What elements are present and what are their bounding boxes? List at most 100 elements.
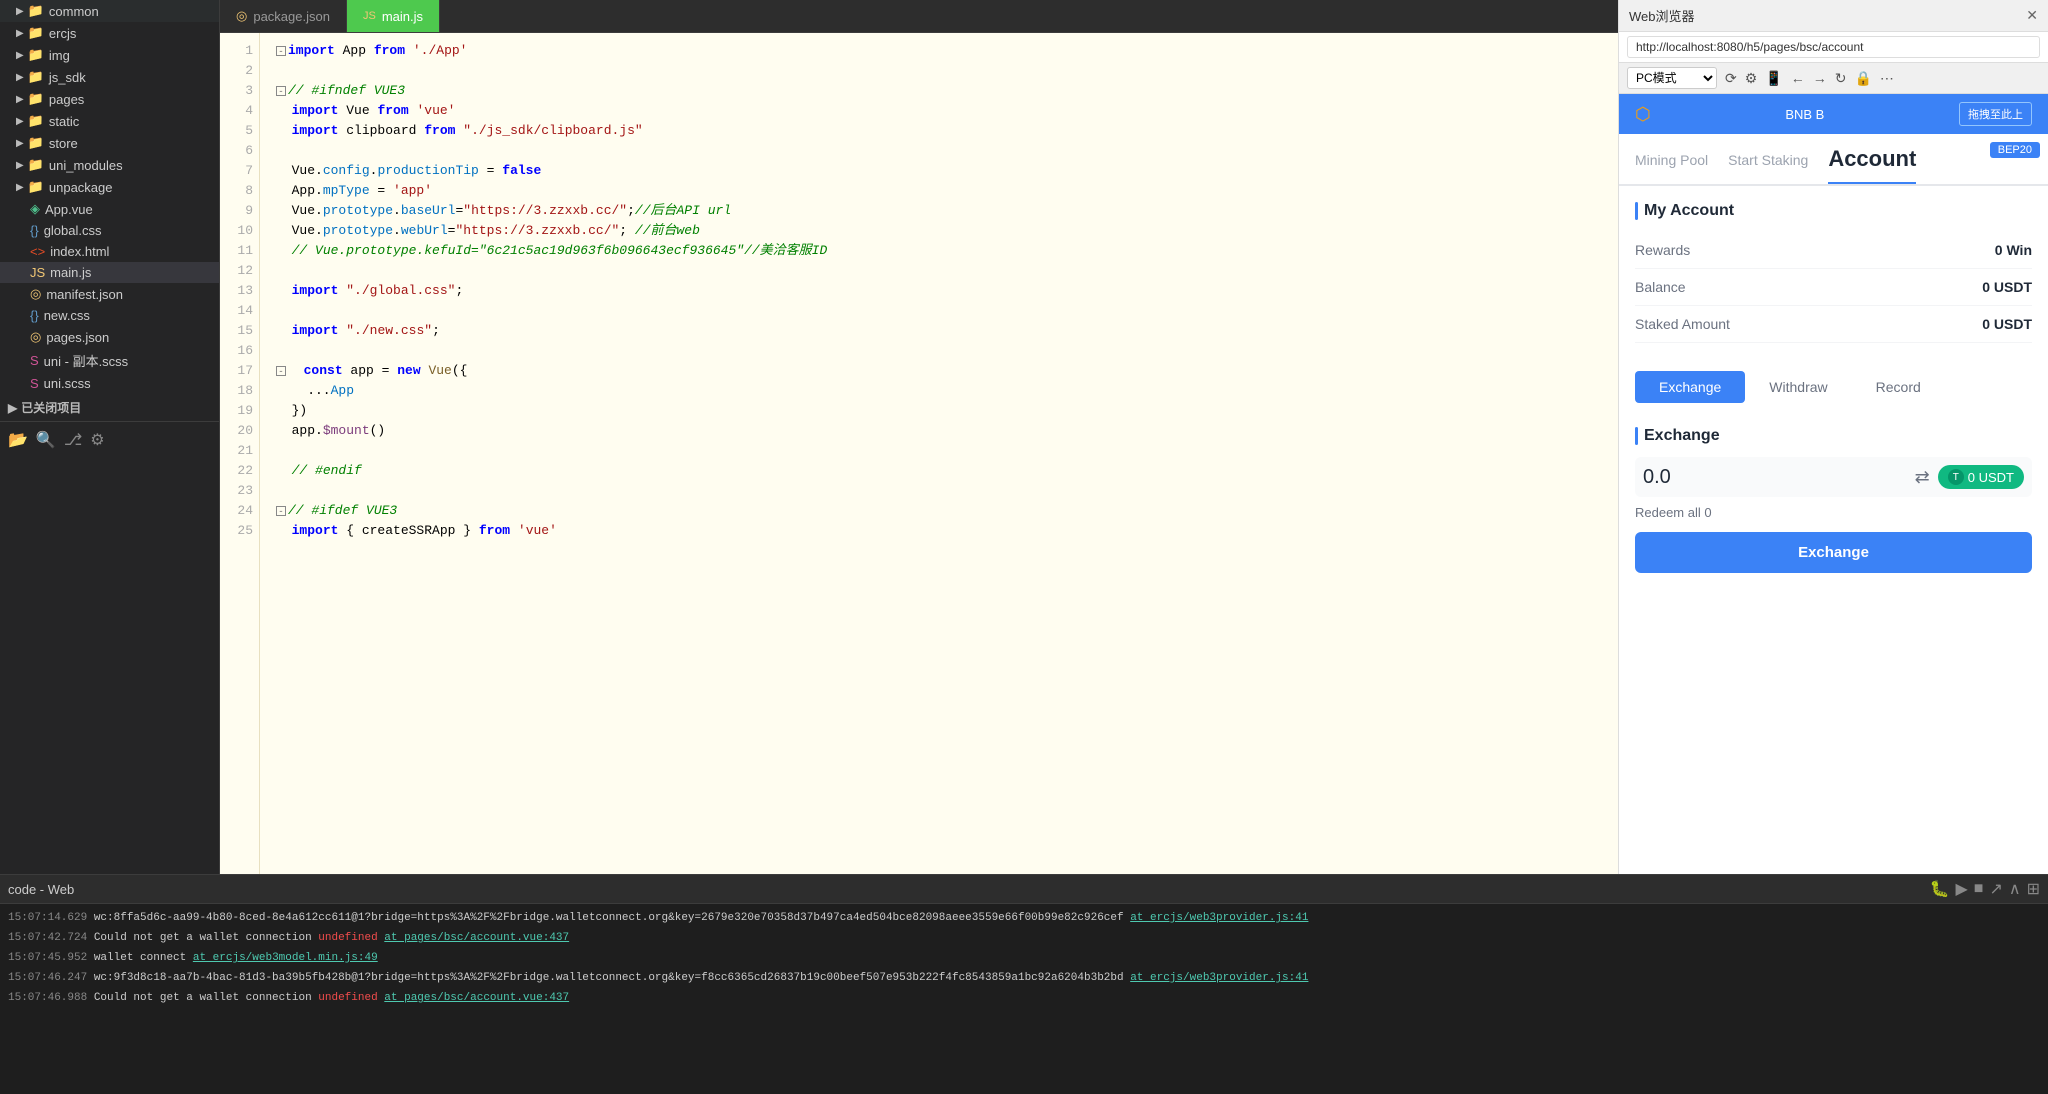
lock-icon[interactable]: 🔒: [1854, 70, 1871, 87]
line-numbers: 12345 678910 1112131415 1617181920 21222…: [220, 33, 260, 874]
sidebar-item-label: js_sdk: [49, 70, 86, 85]
exchange-tab[interactable]: Exchange: [1635, 371, 1745, 403]
usdt-badge: T 0 USDT: [1938, 465, 2024, 489]
console-link[interactable]: at ercjs/web3model.min.js:49: [193, 952, 378, 964]
rewards-value: 0 Win: [1995, 242, 2032, 258]
sidebar-item-label: uni_modules: [49, 158, 123, 173]
sidebar-item-pages-json[interactable]: ◎ pages.json: [0, 326, 219, 348]
sidebar-item-js-sdk[interactable]: ▶ 📁 js_sdk: [0, 66, 219, 88]
rotate-icon[interactable]: ⟳: [1725, 70, 1737, 87]
sidebar-item-ercjs[interactable]: ▶ 📁 ercjs: [0, 22, 219, 44]
console-line: 15:07:14.629 wc:8ffa5d6c-aa99-4b80-8ced-…: [8, 908, 2040, 928]
vue-icon: ◈: [30, 201, 40, 217]
browser-titlebar: Web浏览器 ✕: [1619, 0, 2048, 32]
run-icon[interactable]: 🐛: [1930, 879, 1950, 899]
collapse-icon[interactable]: ∧: [2009, 879, 2021, 899]
sidebar-item-store[interactable]: ▶ 📁 store: [0, 132, 219, 154]
timestamp: 15:07:45.952: [8, 952, 94, 964]
sidebar-item-new-css[interactable]: {} new.css: [0, 305, 219, 326]
play-icon[interactable]: ▶: [1955, 879, 1967, 899]
sidebar-item-main-js[interactable]: JS main.js: [0, 262, 219, 283]
css-icon: {}: [30, 223, 39, 238]
folder-icon: 📁: [28, 179, 44, 195]
refresh-icon[interactable]: ↻: [1835, 70, 1847, 87]
fold-icon[interactable]: -: [276, 86, 286, 96]
forward-icon[interactable]: →: [1813, 70, 1827, 86]
balance-label: Balance: [1635, 279, 1686, 295]
external-icon[interactable]: ↗: [1989, 879, 2002, 899]
nav-item-mining-pool[interactable]: Mining Pool: [1635, 152, 1708, 178]
stop-icon[interactable]: ■: [1974, 880, 1984, 898]
fold-icon[interactable]: -: [276, 366, 286, 376]
header-right: 拖拽至此上: [1959, 102, 2032, 126]
sidebar-item-app-vue[interactable]: ◈ App.vue: [0, 198, 219, 220]
folder-open-icon[interactable]: 📂: [8, 430, 28, 450]
sidebar-item-label: common: [49, 4, 99, 19]
record-tab[interactable]: Record: [1852, 371, 1945, 403]
web-header: ⬡ BNB B 拖拽至此上: [1619, 94, 2048, 134]
mobile-icon[interactable]: 📱: [1765, 70, 1782, 87]
sidebar-item-pages[interactable]: ▶ 📁 pages: [0, 88, 219, 110]
back-icon[interactable]: ←: [1791, 70, 1805, 86]
sidebar-item-label: index.html: [50, 244, 109, 259]
more-icon[interactable]: ⋯: [1880, 70, 1894, 87]
folder-icon: 📁: [28, 69, 44, 85]
console-link[interactable]: at pages/bsc/account.vue:437: [384, 992, 569, 1004]
sidebar-item-manifest-json[interactable]: ◎ manifest.json: [0, 283, 219, 305]
settings-icon[interactable]: ⚙: [1745, 70, 1758, 87]
console-line: 15:07:42.724 Could not get a wallet conn…: [8, 928, 2040, 948]
rewards-label: Rewards: [1635, 242, 1690, 258]
console-link[interactable]: at ercjs/web3provider.js:41: [1130, 912, 1308, 924]
sidebar-item-static[interactable]: ▶ 📁 static: [0, 110, 219, 132]
sidebar-item-uni-scss-copy[interactable]: S uni - 副本.scss: [0, 348, 219, 373]
expand-icon[interactable]: ⊞: [2027, 879, 2040, 899]
arrow-icon: ▶: [16, 160, 24, 171]
sidebar-item-label: ercjs: [49, 26, 76, 41]
timestamp: 15:07:46.988: [8, 992, 94, 1004]
settings-icon[interactable]: ⚙: [90, 430, 104, 450]
balance-value: 0 USDT: [1982, 279, 2032, 295]
arrow-icon: ▶: [16, 72, 24, 83]
fold-icon[interactable]: -: [276, 46, 286, 56]
browser-addressbar: [1619, 32, 2048, 63]
exchange-amount[interactable]: 0.0: [1643, 466, 1907, 489]
console-link[interactable]: at ercjs/web3provider.js:41: [1130, 972, 1308, 984]
nav-item-staking[interactable]: Start Staking: [1728, 152, 1808, 178]
search-icon[interactable]: 🔍: [36, 430, 56, 450]
closed-projects-section[interactable]: ▶ 已关闭项目: [0, 394, 219, 421]
console-msg: Could not get a wallet connection: [94, 992, 318, 1004]
sidebar-item-common[interactable]: ▶ 📁 common: [0, 0, 219, 22]
withdraw-tab[interactable]: Withdraw: [1745, 371, 1851, 403]
exchange-input-row: 0.0 ⇄ T 0 USDT: [1635, 457, 2032, 497]
sidebar-item-global-css[interactable]: {} global.css: [0, 220, 219, 241]
folder-icon: 📁: [28, 113, 44, 129]
folder-icon: 📁: [28, 3, 44, 19]
address-input[interactable]: [1627, 36, 2040, 58]
scss-icon: S: [30, 353, 39, 368]
browser-close-button[interactable]: ✕: [2026, 7, 2038, 24]
drag-button[interactable]: 拖拽至此上: [1959, 102, 2032, 126]
console-msg: wallet connect: [94, 952, 193, 964]
console-link[interactable]: at pages/bsc/account.vue:437: [384, 932, 569, 944]
sidebar-item-uni-modules[interactable]: ▶ 📁 uni_modules: [0, 154, 219, 176]
sidebar-item-img[interactable]: ▶ 📁 img: [0, 44, 219, 66]
fold-icon[interactable]: -: [276, 506, 286, 516]
web-nav: Mining Pool Start Staking Account: [1619, 134, 2048, 185]
sidebar-item-label: pages.json: [46, 330, 109, 345]
exchange-arrows-icon[interactable]: ⇄: [1915, 467, 1930, 488]
tab-main-js[interactable]: JS main.js: [347, 0, 440, 32]
arrow-icon: ▶: [16, 116, 24, 127]
sidebar-item-unpackage[interactable]: ▶ 📁 unpackage: [0, 176, 219, 198]
exchange-button[interactable]: Exchange: [1635, 532, 2032, 573]
sidebar-item-index-html[interactable]: <> index.html: [0, 241, 219, 262]
mode-select[interactable]: PC模式 Mobile模式: [1627, 67, 1717, 89]
folder-icon: 📁: [28, 91, 44, 107]
panel-title: code - Web: [8, 882, 74, 897]
nav-item-account[interactable]: Account: [1828, 146, 1916, 184]
action-tab-group: Exchange Withdraw Record: [1635, 371, 2032, 403]
tab-package-json[interactable]: ◎ package.json: [220, 0, 347, 32]
file-explorer: ▶ 📁 common ▶ 📁 ercjs ▶ 📁 img ▶ 📁 js_sdk …: [0, 0, 220, 874]
sidebar-item-uni-scss[interactable]: S uni.scss: [0, 373, 219, 394]
git-icon[interactable]: ⎇: [64, 430, 82, 450]
code-editor[interactable]: 12345 678910 1112131415 1617181920 21222…: [220, 33, 1618, 874]
